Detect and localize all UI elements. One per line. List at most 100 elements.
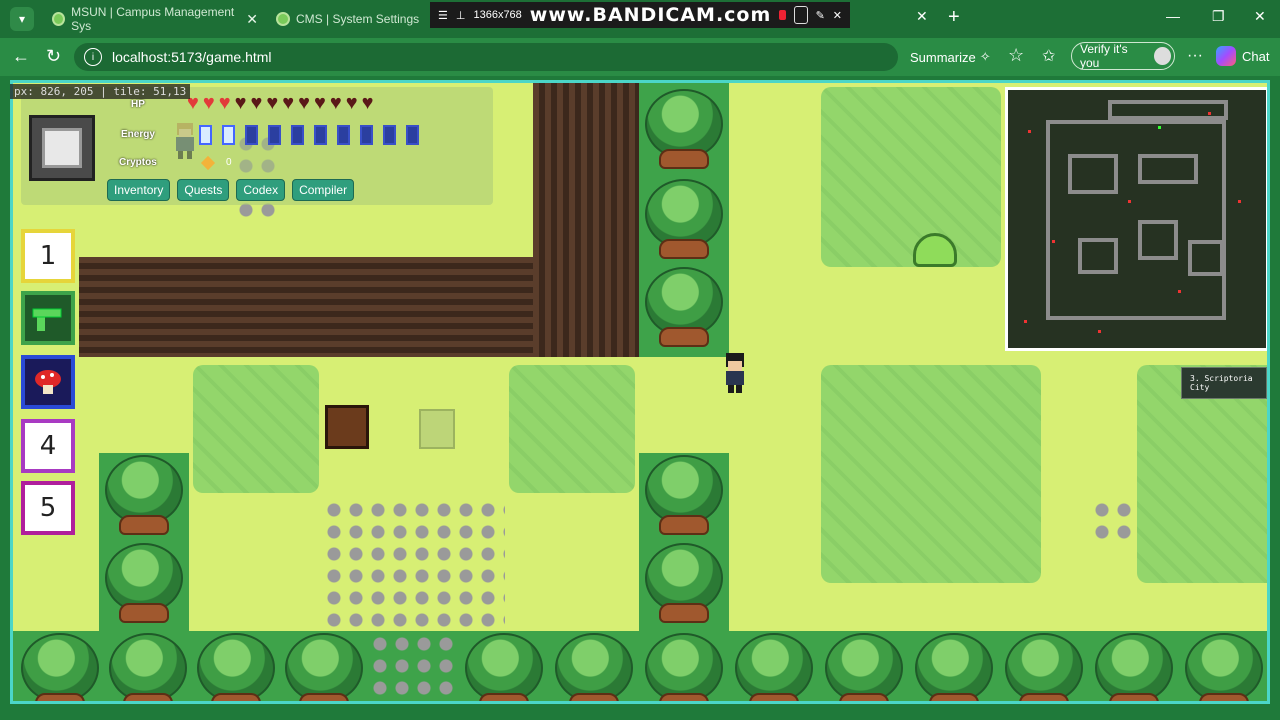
cliff-wall bbox=[533, 83, 639, 357]
player-portrait bbox=[29, 115, 95, 181]
star-icon[interactable]: ☆ bbox=[1008, 45, 1024, 66]
tree bbox=[641, 455, 727, 541]
energy-cell bbox=[406, 125, 419, 145]
tab-bar: ▾ MSUN | Campus Management Sys ✕ CMS | S… bbox=[0, 0, 1280, 38]
energy-cell bbox=[314, 125, 327, 145]
hotbar-slot-5[interactable]: 5 bbox=[21, 481, 75, 535]
tree bbox=[641, 179, 727, 265]
url-text: localhost:5173/game.html bbox=[112, 49, 272, 65]
new-tab-button[interactable]: + bbox=[948, 6, 960, 29]
minimap-wall bbox=[1188, 240, 1224, 276]
enemy-marker bbox=[1178, 290, 1181, 293]
close-icon[interactable]: ✕ bbox=[916, 8, 928, 25]
tree bbox=[911, 633, 997, 701]
tree bbox=[101, 543, 187, 629]
more-options-icon[interactable]: ··· bbox=[1187, 47, 1203, 65]
hotbar-slot-1[interactable]: 1 bbox=[21, 229, 75, 283]
hud-menu: Inventory Quests Codex Compiler bbox=[107, 179, 355, 201]
close-window-icon[interactable]: ✕ bbox=[1254, 8, 1266, 25]
slot-label: 5 bbox=[39, 493, 57, 523]
energy-cell bbox=[383, 125, 396, 145]
minimap-wall bbox=[1068, 154, 1118, 194]
energy-cell bbox=[337, 125, 350, 145]
enemy-marker bbox=[1128, 200, 1131, 203]
minimap-wall bbox=[1078, 238, 1118, 274]
menu-icon[interactable]: ☰ bbox=[438, 9, 448, 22]
heart-icon: ♥ bbox=[329, 92, 342, 114]
tree bbox=[1181, 633, 1267, 701]
url-field[interactable]: i localhost:5173/game.html bbox=[74, 43, 898, 71]
address-bar: ← ↻ i localhost:5173/game.html Summarize… bbox=[0, 38, 1280, 76]
game-viewport[interactable]: HP Energy Cryptos ♥ ♥ ♥ ♥ ♥ ♥ ♥ ♥ ♥ ♥ ♥ ♥ 0 Invento… bbox=[10, 80, 1270, 704]
hotbar-slot-2[interactable] bbox=[21, 291, 75, 345]
minimize-icon[interactable]: — bbox=[1166, 8, 1180, 24]
bandicam-watermark: www.BANDICAM.com bbox=[529, 4, 772, 26]
meadow-patch bbox=[821, 365, 1041, 583]
energy-cell bbox=[199, 125, 212, 145]
cobblestone-path bbox=[323, 499, 505, 633]
heart-icon: ♥ bbox=[345, 92, 358, 114]
meadow-patch bbox=[193, 365, 319, 493]
energy-cell bbox=[360, 125, 373, 145]
reload-icon[interactable]: ↻ bbox=[46, 46, 61, 67]
summarize-button[interactable]: Summarize ✧ bbox=[910, 49, 991, 65]
slot-label: 4 bbox=[39, 431, 57, 461]
bandicam-toolbar: ☰ ⊥ 1366x768 www.BANDICAM.com ✎ ✕ bbox=[430, 2, 850, 28]
heart-icon: ♥ bbox=[234, 92, 247, 114]
heart-icon: ♥ bbox=[202, 92, 215, 114]
minimap-wall bbox=[1138, 220, 1178, 260]
verify-profile-button[interactable]: Verify it's you bbox=[1071, 42, 1175, 70]
slot-label: 1 bbox=[39, 241, 57, 271]
pin-icon[interactable]: ⊥ bbox=[456, 9, 466, 22]
enemy-marker bbox=[1098, 330, 1101, 333]
resolution-readout: 1366x768 bbox=[473, 9, 522, 21]
tree bbox=[193, 633, 279, 701]
tree bbox=[1091, 633, 1177, 701]
heart-icon: ♥ bbox=[361, 92, 374, 114]
quests-button[interactable]: Quests bbox=[177, 179, 230, 201]
player-character bbox=[726, 353, 744, 393]
tab-campus-management[interactable]: MSUN | Campus Management Sys ✕ bbox=[44, 4, 266, 34]
camera-icon[interactable] bbox=[794, 6, 808, 24]
back-arrow-icon[interactable]: ← bbox=[12, 46, 30, 67]
info-icon[interactable]: i bbox=[84, 48, 102, 66]
favorites-icon[interactable]: ✩ bbox=[1042, 46, 1055, 66]
tab-title: MSUN | Campus Management Sys bbox=[71, 5, 235, 33]
tree bbox=[101, 455, 187, 541]
pencil-icon[interactable]: ✎ bbox=[816, 9, 825, 22]
player-hud: HP Energy Cryptos ♥ ♥ ♥ ♥ ♥ ♥ ♥ ♥ ♥ ♥ ♥ ♥ 0 Invento… bbox=[21, 87, 493, 205]
energy-cell bbox=[268, 125, 281, 145]
hotbar-slot-3[interactable] bbox=[21, 355, 75, 409]
heart-icon: ♥ bbox=[282, 92, 295, 114]
record-icon[interactable] bbox=[779, 10, 787, 20]
summarize-label: Summarize bbox=[910, 49, 976, 65]
tree bbox=[641, 633, 727, 701]
close-icon[interactable]: ✕ bbox=[246, 11, 258, 28]
chat-label: Chat bbox=[1242, 48, 1270, 64]
crypto-coin-icon bbox=[200, 155, 216, 171]
region-name-label: 3. Scriptoria City bbox=[1181, 367, 1267, 399]
hotbar-slot-4[interactable]: 4 bbox=[21, 419, 75, 473]
tree bbox=[1001, 633, 1087, 701]
verify-label: Verify it's you bbox=[1080, 42, 1128, 70]
tree bbox=[281, 633, 367, 701]
energy-cell bbox=[222, 125, 235, 145]
meadow-patch bbox=[821, 87, 1001, 267]
copilot-icon bbox=[1216, 46, 1236, 66]
portrait-icon bbox=[42, 128, 82, 168]
minimap[interactable] bbox=[1005, 87, 1267, 351]
avatar bbox=[1153, 47, 1171, 65]
copilot-chat-button[interactable]: Chat bbox=[1216, 46, 1269, 66]
close-icon[interactable]: ✕ bbox=[833, 9, 842, 22]
treasure-chest[interactable] bbox=[325, 405, 369, 449]
energy-cell bbox=[291, 125, 304, 145]
tab-search-button[interactable]: ▾ bbox=[10, 7, 34, 31]
compiler-button[interactable]: Compiler bbox=[292, 179, 355, 201]
codex-button[interactable]: Codex bbox=[236, 179, 286, 201]
wooden-sign[interactable] bbox=[419, 409, 455, 449]
tab-system-settings[interactable]: CMS | System Settings bbox=[268, 4, 448, 34]
meadow-patch bbox=[509, 365, 635, 493]
inventory-button[interactable]: Inventory bbox=[107, 179, 171, 201]
energy-cells bbox=[199, 125, 419, 145]
maximize-icon[interactable]: ❐ bbox=[1212, 8, 1225, 25]
